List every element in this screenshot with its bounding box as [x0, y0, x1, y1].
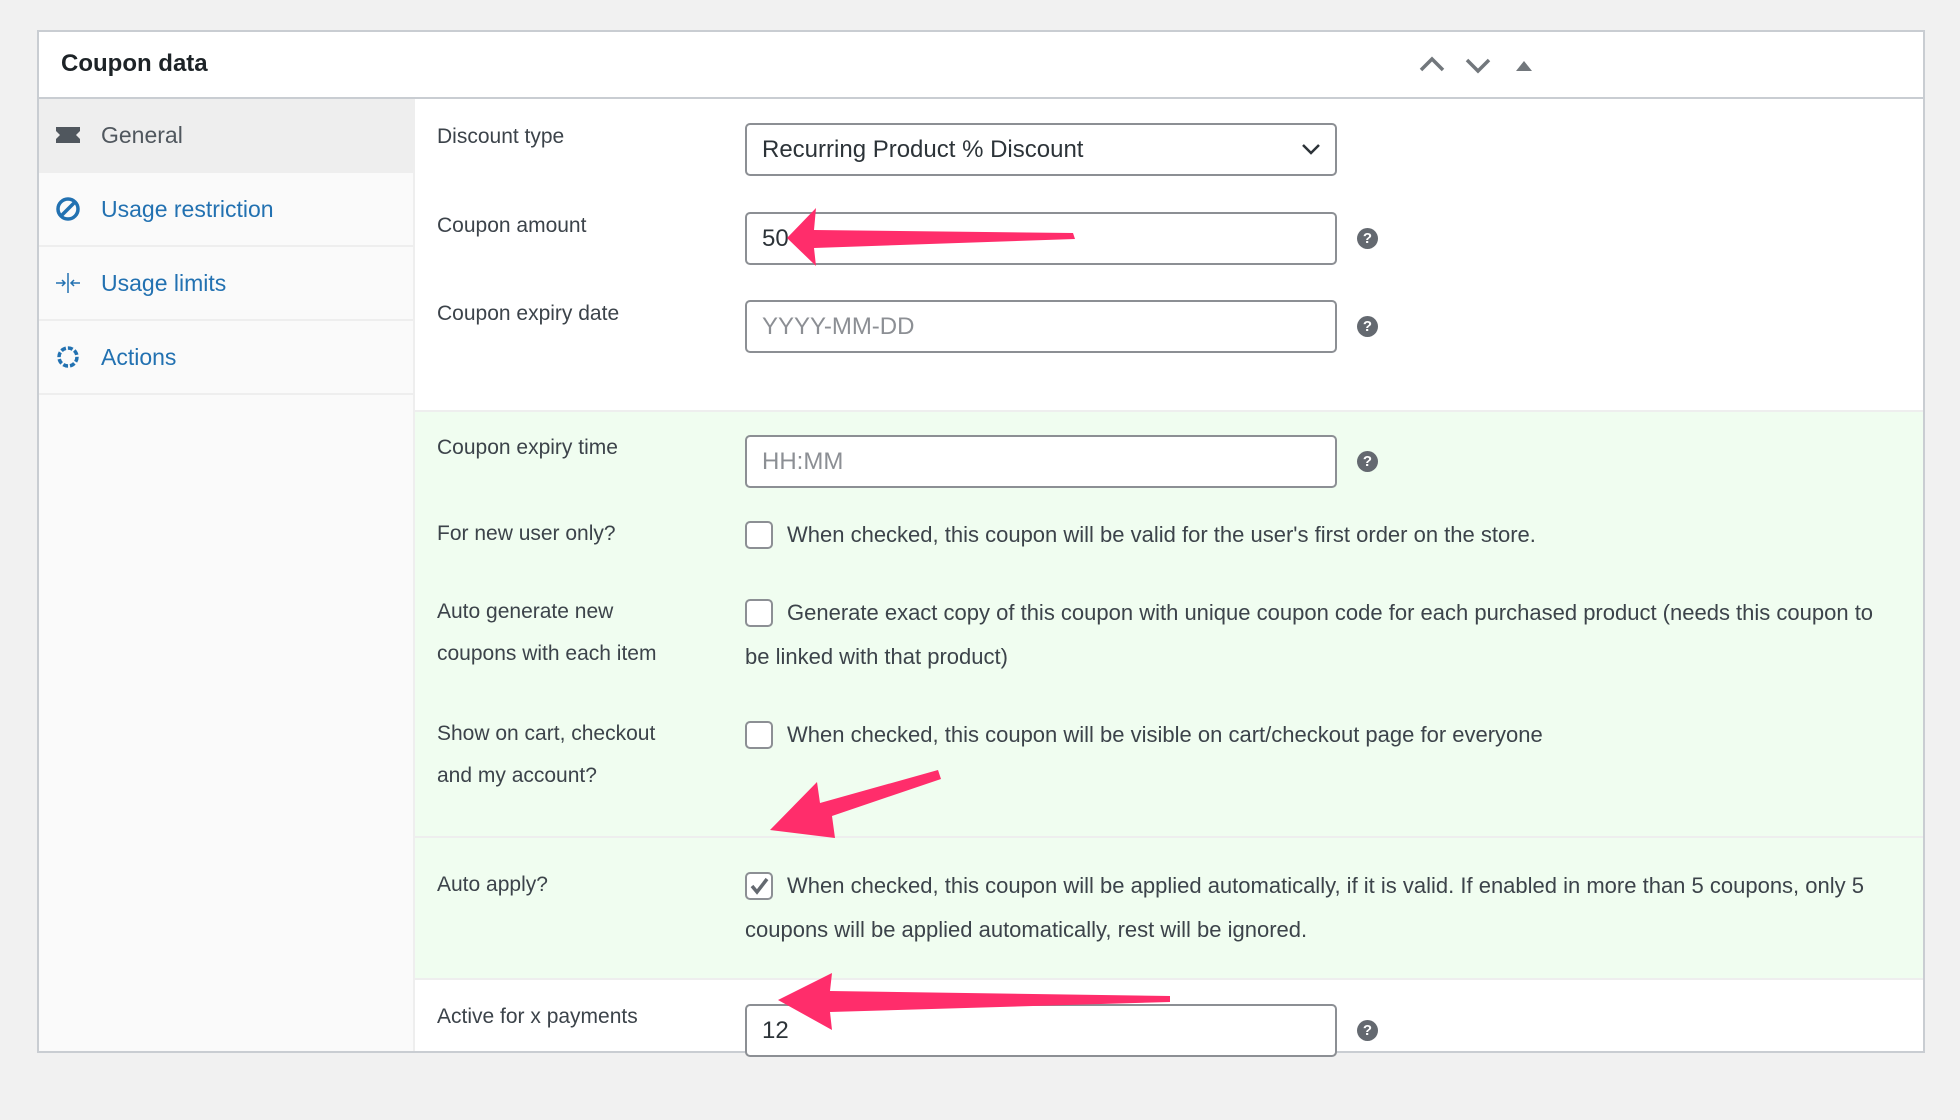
arrows-in-icon: [56, 273, 80, 293]
section-basic: Discount type Recurring Product % Discou…: [415, 99, 1923, 353]
active-payments-label: Active for x payments: [437, 1005, 638, 1028]
move-down-button[interactable]: [1463, 50, 1493, 80]
tab-usage-limits[interactable]: Usage limits: [39, 247, 413, 321]
chevron-down-icon: [1465, 58, 1491, 74]
toggle-panel-button[interactable]: [1509, 50, 1539, 80]
no-entry-icon: [56, 197, 80, 221]
section-subscription: Active for x payments 12 ?: [415, 980, 1923, 1120]
expiry-date-input[interactable]: YYYY-MM-DD: [745, 300, 1337, 353]
panel-title: Coupon data: [61, 50, 208, 77]
show-on-cart-description: When checked, this coupon will be visibl…: [787, 722, 1543, 747]
auto-generate-description: Generate exact copy of this coupon with …: [745, 600, 1874, 669]
tab-label: Actions: [101, 343, 177, 370]
expiry-time-input[interactable]: HH:MM: [745, 435, 1337, 488]
tab-general[interactable]: General: [39, 99, 413, 173]
move-up-button[interactable]: [1417, 50, 1447, 80]
help-icon[interactable]: ?: [1357, 228, 1378, 249]
tab-label: Usage restriction: [101, 195, 274, 222]
section-auto-apply: Auto apply? When checked, this coupon wi…: [415, 838, 1923, 978]
sidebar: General Usage restriction Usage limits A…: [39, 99, 415, 1051]
expiry-date-label: Coupon expiry date: [437, 302, 620, 325]
section-extra: Coupon expiry time HH:MM ? For new user …: [415, 412, 1923, 836]
help-icon[interactable]: ?: [1357, 1020, 1378, 1041]
tab-label: Usage limits: [101, 269, 227, 296]
discount-type-select[interactable]: Recurring Product % Discount: [745, 123, 1337, 176]
show-on-cart-label: and my account?: [437, 764, 597, 787]
help-icon[interactable]: ?: [1357, 451, 1378, 472]
chevron-down-icon: [1302, 144, 1320, 155]
coupon-data-panel: Coupon data General Usage restriction Us…: [37, 30, 1925, 1057]
gear-icon: [57, 346, 79, 368]
active-payments-input[interactable]: 12: [745, 1004, 1337, 1057]
select-value: Recurring Product % Discount: [762, 136, 1084, 163]
auto-apply-label: Auto apply?: [437, 873, 548, 896]
expiry-time-label: Coupon expiry time: [437, 436, 618, 459]
coupon-amount-input[interactable]: 50: [745, 212, 1337, 265]
new-user-description: When checked, this coupon will be valid …: [787, 522, 1536, 547]
ticket-icon: [56, 127, 80, 143]
help-icon[interactable]: ?: [1357, 316, 1378, 337]
auto-generate-label: Auto generate new: [437, 600, 614, 623]
tab-actions[interactable]: Actions: [39, 321, 413, 395]
panel-header: Coupon data: [39, 32, 1923, 99]
auto-apply-description: When checked, this coupon will be applie…: [745, 873, 1864, 942]
discount-type-label: Discount type: [437, 125, 565, 148]
new-user-label: For new user only?: [437, 522, 616, 545]
tab-label: General: [101, 121, 183, 148]
coupon-amount-label: Coupon amount: [437, 214, 587, 237]
tab-usage-restriction[interactable]: Usage restriction: [39, 173, 413, 247]
general-panel: Discount type Recurring Product % Discou…: [415, 99, 1923, 1057]
triangle-up-icon: [1516, 61, 1532, 71]
show-on-cart-label: Show on cart, checkout: [437, 722, 656, 745]
auto-generate-label: coupons with each item: [437, 642, 657, 665]
chevron-up-icon: [1419, 56, 1445, 72]
